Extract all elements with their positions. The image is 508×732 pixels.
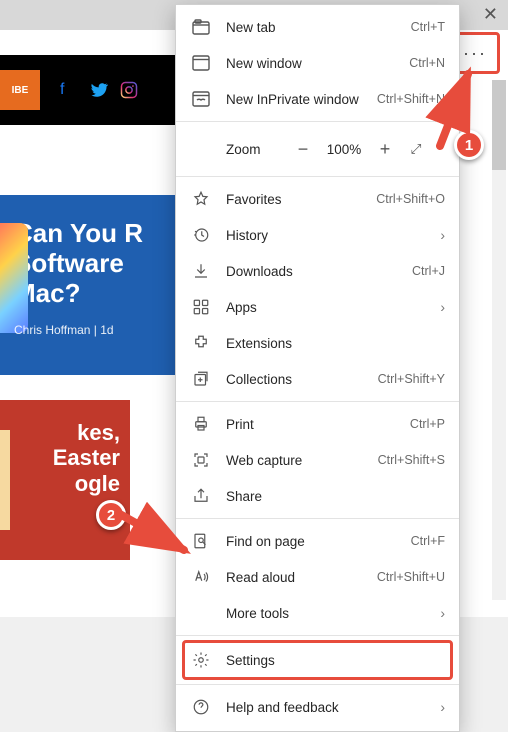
menu-settings[interactable]: Settings (176, 640, 459, 680)
menu-web-capture[interactable]: Web capture Ctrl+Shift+S (176, 442, 459, 478)
find-icon (190, 531, 212, 551)
article-byline-1: Chris Hoffman | 1d (14, 323, 166, 337)
inprivate-icon (190, 89, 212, 109)
annotation-callout-2: 2 (96, 500, 126, 530)
menu-zoom: Zoom − 100% + ⤢ (176, 126, 459, 172)
menu-shortcut: Ctrl+Shift+Y (378, 372, 445, 386)
facebook-icon[interactable]: f (60, 78, 64, 102)
chevron-right-icon: › (440, 699, 445, 715)
zoom-in-button[interactable]: + (368, 139, 402, 160)
menu-label: Apps (226, 300, 440, 315)
menu-shortcut: Ctrl+P (410, 417, 445, 431)
extensions-icon (190, 333, 212, 353)
menu-new-tab[interactable]: New tab Ctrl+T (176, 9, 459, 45)
scrollbar-thumb[interactable] (492, 80, 506, 170)
menu-label: Read aloud (226, 570, 377, 585)
menu-shortcut: Ctrl+Shift+O (376, 192, 445, 206)
menu-help-feedback[interactable]: Help and feedback › (176, 689, 459, 725)
menu-new-window[interactable]: New window Ctrl+N (176, 45, 459, 81)
read-aloud-icon (190, 567, 212, 587)
menu-more-tools[interactable]: . More tools › (176, 595, 459, 631)
history-icon (190, 225, 212, 245)
article-title-1: Can You R Software Mac? (14, 219, 166, 309)
article-thumb-2 (0, 430, 10, 530)
ellipsis-icon: ··· (463, 44, 487, 62)
menu-separator (176, 684, 459, 685)
menu-separator (176, 121, 459, 122)
new-tab-icon (190, 17, 212, 37)
menu-read-aloud[interactable]: Read aloud Ctrl+Shift+U (176, 559, 459, 595)
menu-separator (176, 635, 459, 636)
menu-separator (176, 401, 459, 402)
new-window-icon (190, 53, 212, 73)
menu-label: New tab (226, 20, 411, 35)
menu-label: Favorites (226, 192, 376, 207)
menu-label: More tools (226, 606, 440, 621)
menu-label: Settings (226, 653, 445, 668)
web-capture-icon (190, 450, 212, 470)
star-icon (190, 189, 212, 209)
menu-shortcut: Ctrl+J (412, 264, 445, 278)
apps-icon (190, 297, 212, 317)
zoom-label: Zoom (226, 142, 286, 157)
menu-shortcut: Ctrl+Shift+U (377, 570, 445, 584)
collections-icon (190, 369, 212, 389)
article-thumb-1 (0, 223, 28, 333)
print-icon (190, 414, 212, 434)
menu-label: Print (226, 417, 410, 432)
menu-find-on-page[interactable]: Find on page Ctrl+F (176, 523, 459, 559)
window-close-button[interactable]: ✕ (483, 4, 498, 25)
menu-label: New window (226, 56, 409, 71)
gear-icon (190, 650, 212, 670)
menu-shortcut: Ctrl+F (411, 534, 445, 548)
menu-new-inprivate[interactable]: New InPrivate window Ctrl+Shift+N (176, 81, 459, 117)
menu-label: New InPrivate window (226, 92, 377, 107)
settings-and-more-menu: New tab Ctrl+T New window Ctrl+N New InP… (175, 4, 460, 732)
menu-separator (176, 176, 459, 177)
zoom-value: 100% (320, 142, 368, 157)
zoom-out-button[interactable]: − (286, 139, 320, 160)
menu-downloads[interactable]: Downloads Ctrl+J (176, 253, 459, 289)
menu-label: Web capture (226, 453, 378, 468)
article-card-2[interactable]: kes, Easter ogle (0, 400, 130, 560)
annotation-callout-1: 1 (454, 130, 484, 160)
menu-label: Find on page (226, 534, 411, 549)
menu-collections[interactable]: Collections Ctrl+Shift+Y (176, 361, 459, 397)
download-icon (190, 261, 212, 281)
chevron-right-icon: › (440, 605, 445, 621)
article-card-1[interactable]: Can You R Software Mac? Chris Hoffman | … (0, 195, 180, 375)
menu-shortcut: Ctrl+T (411, 20, 445, 34)
instagram-icon[interactable] (120, 78, 138, 102)
menu-apps[interactable]: Apps › (176, 289, 459, 325)
menu-label: History (226, 228, 440, 243)
menu-separator (176, 518, 459, 519)
menu-label: Downloads (226, 264, 412, 279)
twitter-icon[interactable] (90, 78, 108, 102)
menu-history[interactable]: History › (176, 217, 459, 253)
fullscreen-button[interactable]: ⤢ (402, 141, 430, 157)
menu-extensions[interactable]: Extensions (176, 325, 459, 361)
chevron-right-icon: › (440, 227, 445, 243)
menu-shortcut: Ctrl+N (409, 56, 445, 70)
article-title-2: kes, Easter ogle (10, 420, 120, 496)
menu-label: Help and feedback (226, 700, 440, 715)
menu-label: Collections (226, 372, 378, 387)
menu-print[interactable]: Print Ctrl+P (176, 406, 459, 442)
menu-share[interactable]: Share (176, 478, 459, 514)
menu-label: Share (226, 489, 445, 504)
share-icon (190, 486, 212, 506)
help-icon (190, 697, 212, 717)
menu-shortcut: Ctrl+Shift+N (377, 92, 445, 106)
chevron-right-icon: › (440, 299, 445, 315)
menu-favorites[interactable]: Favorites Ctrl+Shift+O (176, 181, 459, 217)
menu-shortcut: Ctrl+Shift+S (378, 453, 445, 467)
menu-label: Extensions (226, 336, 445, 351)
subscribe-button[interactable]: IBE (0, 70, 40, 110)
